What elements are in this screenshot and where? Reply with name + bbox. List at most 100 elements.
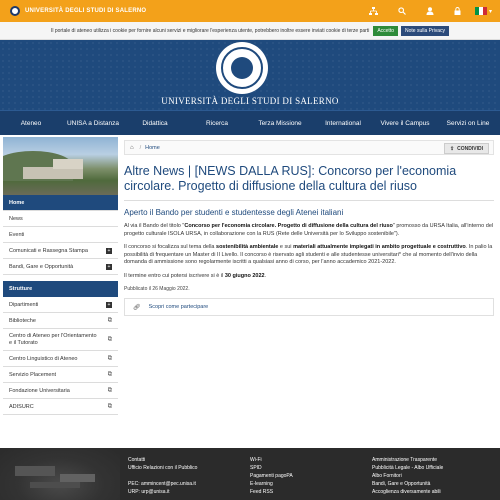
top-bar: UNIVERSITÀ DEGLI STUDI DI SALERNO ▾ (0, 0, 500, 22)
sidebar-item-placement[interactable]: Servizio Placement ⧉ (3, 367, 118, 383)
external-link-icon: ⧉ (107, 317, 112, 323)
lock-icon[interactable] (447, 0, 469, 22)
top-tools: ▾ (357, 0, 500, 22)
nav-item-ateneo[interactable]: Ateneo (0, 111, 62, 136)
footer-link-contatti[interactable]: Contatti (128, 456, 197, 464)
footer-link-wifi[interactable]: Wi-Fi (250, 456, 293, 464)
article-title: Altre News | [NEWS DALLA RUS]: Concorso … (124, 164, 457, 193)
sidebar: Home News Eventi Comunicati e Rassegna S… (3, 137, 118, 415)
published-date: Pubblicato il 26 Maggio 2022. (124, 286, 190, 292)
main-content: ⌂ / Home ⇪ CONDIVIDI Altre News | [NEWS … (124, 140, 494, 316)
external-link-icon: ⧉ (107, 403, 112, 409)
share-button[interactable]: ⇪ CONDIVIDI (443, 143, 489, 154)
chevron-down-icon: ▾ (488, 8, 492, 15)
article-subtitle: Aperto il Bando per studenti e studentes… (124, 208, 344, 217)
footer-col-contatti: Contatti Ufficio Relazioni con il Pubbli… (128, 456, 197, 496)
share-icon: ⇪ (449, 145, 455, 152)
footer-col-amministrazione: Amministrazione Trasparente Pubblicità L… (372, 456, 443, 496)
cookie-privacy-button[interactable]: Note sulla Privacy (401, 25, 450, 36)
sidebar-item-label: Eventi (9, 231, 25, 238)
sidebar-item-label: Home (9, 199, 25, 206)
external-link-icon: ⧉ (107, 371, 112, 377)
sidebar-item-label: Bandi, Gare e Opportunità (9, 263, 74, 270)
brand[interactable]: UNIVERSITÀ DEGLI STUDI DI SALERNO (0, 0, 146, 22)
external-link-icon: ⧉ (107, 387, 112, 393)
main-nav: Ateneo UNISA a Distanza Didattica Ricerc… (0, 110, 500, 135)
sidebar-item-label: Fondazione Universitaria (9, 387, 70, 394)
sidebar-item-eventi[interactable]: Eventi (3, 227, 118, 243)
footer-urp-email[interactable]: URP: urp@unisa.it (128, 488, 197, 496)
sitemap-icon[interactable] (363, 0, 385, 22)
sidebar-item-label: Dipartimenti (9, 301, 39, 308)
cookie-text: Il portale di ateneo utilizza i cookie p… (50, 27, 370, 34)
breadcrumb-separator: / (139, 144, 142, 151)
home-icon[interactable]: ⌂ (130, 145, 134, 151)
article-paragraph-3: Il termine entro cui potersi iscrivere s… (124, 272, 267, 279)
plus-icon[interactable]: + (106, 263, 112, 270)
breadcrumb-home-link[interactable]: Home (145, 145, 160, 151)
sidebar-item-bandi[interactable]: Bandi, Gare e Opportunità + (3, 259, 118, 275)
sidebar-section-strutture: Strutture (3, 281, 118, 297)
university-seal-icon[interactable] (216, 42, 268, 94)
footer-link-fornitori[interactable]: Albo Fornitori (372, 472, 443, 480)
nav-item-terza-missione[interactable]: Terza Missione (248, 111, 312, 136)
brand-text: UNIVERSITÀ DEGLI STUDI DI SALERNO (25, 8, 147, 14)
cookie-bar: Il portale di ateneo utilizza i cookie p… (0, 22, 500, 40)
breadcrumb: ⌂ / Home ⇪ CONDIVIDI (124, 140, 494, 155)
nav-item-ricerca[interactable]: Ricerca (186, 111, 248, 136)
unisa-logo-icon (10, 6, 20, 16)
footer-link-urp[interactable]: Ufficio Relazioni con il Pubblico (128, 464, 197, 472)
plus-icon[interactable]: + (106, 301, 112, 308)
external-link-icon: ⧉ (107, 336, 112, 342)
site-title[interactable]: UNIVERSITÀ DEGLI STUDI DI SALERNO (0, 96, 500, 106)
sidebar-item-biblioteche[interactable]: Biblioteche ⧉ (3, 313, 118, 329)
footer-link-albo[interactable]: Pubblicità Legale - Albo Ufficiale (372, 464, 443, 472)
sidebar-item-news[interactable]: News (3, 211, 118, 227)
user-icon[interactable] (419, 0, 441, 22)
footer-link-trasparente[interactable]: Amministrazione Trasparente (372, 456, 443, 464)
sidebar-item-adisurc[interactable]: ADISURC ⧉ (3, 399, 118, 415)
search-icon[interactable] (391, 0, 413, 22)
footer-link-rss[interactable]: Feed RSS (250, 488, 293, 496)
footer-link-spid[interactable]: SPID (250, 464, 293, 472)
sidebar-item-fondazione[interactable]: Fondazione Universitaria ⧉ (3, 383, 118, 399)
campus-photo (3, 137, 118, 195)
sidebar-item-label: News (9, 215, 23, 222)
site-header: UNIVERSITÀ DEGLI STUDI DI SALERNO (0, 40, 500, 110)
footer-link-accoglienza[interactable]: Accoglienza diversamente abili (372, 488, 443, 496)
article-paragraph-1: Al via il Bando del titolo "Concorso per… (124, 223, 494, 237)
nav-item-unisa-distanza[interactable]: UNISA a Distanza (62, 111, 124, 136)
cookie-accept-button[interactable]: Accetto (373, 25, 398, 36)
link-icon: 🔗︎ (133, 304, 141, 311)
sidebar-item-comunicati[interactable]: Comunicati e Rassegna Stampa + (3, 243, 118, 259)
plus-icon[interactable]: + (106, 247, 112, 254)
footer-pec[interactable]: PEC: ammincent@pec.unisa.it (128, 480, 197, 488)
divider (124, 200, 494, 201)
sidebar-item-label: Servizio Placement (9, 371, 57, 378)
external-link-icon: ⧉ (107, 355, 112, 361)
campus-map-image (0, 448, 120, 500)
footer-link-elearning[interactable]: E-learning (250, 480, 293, 488)
nav-item-international[interactable]: International (312, 111, 374, 136)
share-label: CONDIVIDI (457, 145, 483, 152)
flag-it-icon (474, 7, 487, 15)
scopri-link-box[interactable]: 🔗︎ Scopri come partecipare (124, 298, 494, 316)
footer-link-bandi[interactable]: Bandi, Gare e Opportunità (372, 480, 443, 488)
nav-item-servizi-online[interactable]: Servizi on Line (436, 111, 500, 136)
sidebar-item-home[interactable]: Home (3, 195, 118, 211)
footer-link-pagopa[interactable]: Pagamenti pagoPA (250, 472, 293, 480)
sidebar-item-label: Biblioteche (9, 317, 36, 324)
sidebar-item-label: Comunicati e Rassegna Stampa (9, 247, 88, 254)
scopri-link[interactable]: Scopri come partecipare (149, 304, 209, 310)
sidebar-item-dipartimenti[interactable]: Dipartimenti + (3, 297, 118, 313)
language-select[interactable]: ▾ (474, 0, 492, 22)
sidebar-item-centro-linguistico[interactable]: Centro Linguistico di Ateneo ⧉ (3, 351, 118, 367)
sidebar-item-orientamento[interactable]: Centro di Ateneo per l'Orientamento e il… (3, 329, 118, 351)
article-paragraph-2: Il concorso si focalizza sul tema della … (124, 244, 493, 265)
footer: Contatti Ufficio Relazioni con il Pubbli… (0, 448, 500, 500)
footer-col-servizi: Wi-Fi SPID Pagamenti pagoPA E-learning F… (250, 456, 293, 496)
sidebar-item-label: Centro Linguistico di Ateneo (9, 355, 78, 362)
sidebar-item-label: ADISURC (9, 403, 34, 410)
nav-item-vivere-campus[interactable]: Vivere il Campus (374, 111, 436, 136)
nav-item-didattica[interactable]: Didattica (124, 111, 186, 136)
